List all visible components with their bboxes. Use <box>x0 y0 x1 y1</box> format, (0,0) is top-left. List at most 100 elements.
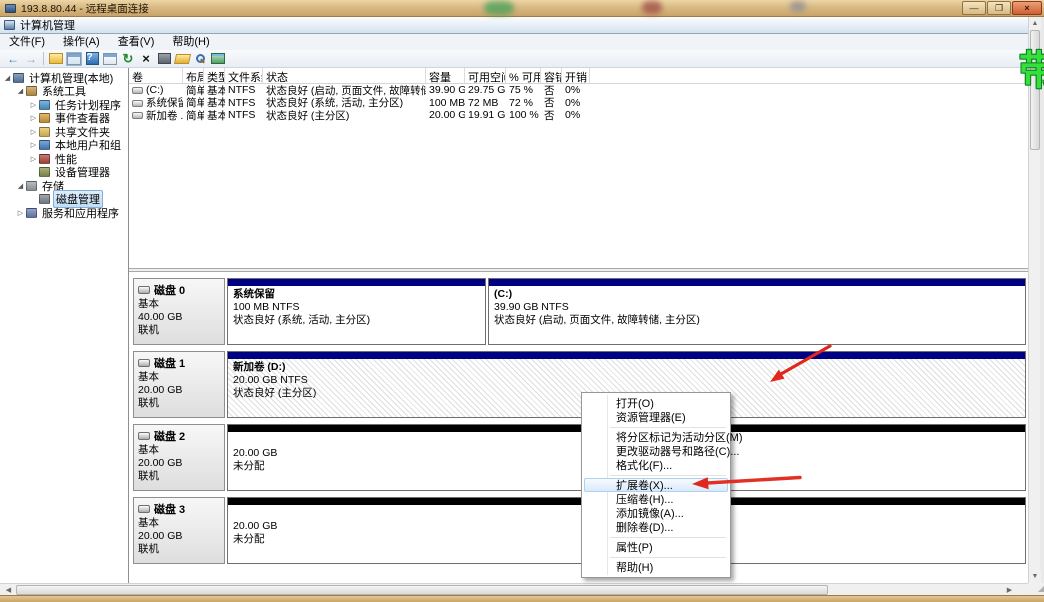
toolbar-console-tree-icon[interactable] <box>66 51 82 66</box>
context-menu-item-14[interactable]: 帮助(H) <box>584 560 728 574</box>
toolbar-remote-screen-icon[interactable] <box>210 51 226 66</box>
partition-color-bar <box>228 352 1025 359</box>
toolbar-properties-icon[interactable] <box>156 51 172 66</box>
system-tools-icon <box>26 86 37 96</box>
toolbar-export-list-icon[interactable] <box>102 51 118 66</box>
column-header-2[interactable]: 类型 <box>204 68 225 83</box>
tree-expander[interactable]: ▷ <box>28 141 39 149</box>
disk-label-1[interactable]: 磁盘 1基本20.00 GB联机 <box>133 351 225 418</box>
column-header-9[interactable]: 开销 <box>562 68 590 83</box>
toolbar-back-icon[interactable]: ← <box>5 51 21 66</box>
toolbar-refresh-icon[interactable]: ↻ <box>120 51 136 66</box>
partition-color-bar <box>489 279 1025 286</box>
menubar: 文件(F)操作(A)查看(V)帮助(H) <box>0 34 1028 50</box>
tree-expander[interactable]: ◢ <box>15 182 26 190</box>
resize-grip[interactable]: ◢ <box>1028 583 1044 595</box>
screen: 193.8.80.44 - 远程桌面连接 —❐× 计算机管理 文件(F)操作(A… <box>0 0 1044 602</box>
context-menu-item-3[interactable]: 将分区标记为活动分区(M) <box>584 430 728 444</box>
toolbar-open-folder-icon[interactable] <box>174 51 190 66</box>
delete-icon: × <box>142 52 150 65</box>
menu-item-1[interactable]: 操作(A) <box>54 34 109 50</box>
tree-item-10[interactable]: ▷服务和应用程序 <box>0 206 128 220</box>
disk-label-0[interactable]: 磁盘 0基本40.00 GB联机 <box>133 278 225 345</box>
task-scheduler-icon <box>39 100 50 110</box>
tree-expander[interactable]: ▷ <box>28 101 39 109</box>
disk-size: 20.00 GB <box>138 530 220 543</box>
disk-icon <box>138 286 150 294</box>
table-row[interactable]: 新加卷 ...简单基本NTFS状态良好 (主分区)20.00 GB19.91 G… <box>129 109 1028 122</box>
scroll-down-button[interactable]: ▼ <box>1029 570 1041 583</box>
cell: 72 % <box>506 97 541 109</box>
tree-expander[interactable]: ◢ <box>15 87 26 95</box>
scroll-up-button[interactable]: ▲ <box>1029 17 1041 30</box>
context-menu-item-12[interactable]: 属性(P) <box>584 540 728 554</box>
window-titlebar[interactable]: 计算机管理 <box>0 17 1028 34</box>
tree-expander[interactable]: ▷ <box>28 114 39 122</box>
context-menu-item-5[interactable]: 格式化(F)... <box>584 458 728 472</box>
toolbar-separator <box>43 52 44 65</box>
menu-item-0[interactable]: 文件(F) <box>0 34 54 50</box>
tree-expander[interactable]: ◢ <box>2 74 13 82</box>
tree-expander[interactable]: ▷ <box>15 209 26 217</box>
toolbar-find-icon[interactable] <box>192 51 208 66</box>
toolbar-up-level-icon[interactable] <box>48 51 64 66</box>
cell: 基本 <box>204 108 225 123</box>
cell: 否 <box>541 108 562 123</box>
cell: 100 % <box>506 109 541 121</box>
disk-status: 联机 <box>138 397 220 410</box>
partition-0-0[interactable]: 系统保留100 MB NTFS状态良好 (系统, 活动, 主分区) <box>227 278 486 345</box>
export-list-icon <box>103 53 117 65</box>
horizontal-scroll-thumb[interactable] <box>16 585 828 595</box>
disk-icon <box>138 359 150 367</box>
horizontal-scrollbar[interactable]: ◀ ▶ <box>0 583 1028 595</box>
partition-size: 100 MB NTFS <box>233 301 480 314</box>
vertical-scrollbar[interactable]: ▲ ▼ <box>1028 17 1040 583</box>
device-manager-icon <box>39 167 50 177</box>
column-header-5[interactable]: 容量 <box>426 68 465 83</box>
column-header-6[interactable]: 可用空间 <box>465 68 506 83</box>
column-header-3[interactable]: 文件系统 <box>225 68 263 83</box>
menu-separator <box>610 557 726 558</box>
context-menu-item-7[interactable]: 扩展卷(X)... <box>584 478 728 492</box>
context-menu-item-9[interactable]: 添加镜像(A)... <box>584 506 728 520</box>
cell: 75 % <box>506 84 541 96</box>
column-header-4[interactable]: 状态 <box>263 68 426 83</box>
tree-expander[interactable]: ▷ <box>28 128 39 136</box>
rdp-close-button[interactable]: × <box>1012 1 1042 15</box>
context-menu-item-8[interactable]: 压缩卷(H)... <box>584 492 728 506</box>
toolbar-forward-icon[interactable]: → <box>23 51 39 66</box>
partition-size: 20.00 GB NTFS <box>233 374 1020 387</box>
disk-name: 磁盘 0 <box>138 282 220 298</box>
column-header-7[interactable]: % 可用 <box>506 68 541 83</box>
context-menu: 打开(O)资源管理器(E) 将分区标记为活动分区(M)更改驱动器号和路径(C)..… <box>581 392 731 578</box>
disk-graphical-view: 磁盘 0基本40.00 GB联机系统保留100 MB NTFS状态良好 (系统,… <box>129 272 1028 583</box>
rdp-restore-button[interactable]: ❐ <box>987 1 1011 15</box>
forward-icon: → <box>25 53 37 65</box>
menu-item-3[interactable]: 帮助(H) <box>163 34 218 50</box>
menu-item-2[interactable]: 查看(V) <box>109 34 164 50</box>
toolbar-delete-icon[interactable]: × <box>138 51 154 66</box>
up-level-icon <box>49 53 63 64</box>
cell: 简单 <box>183 108 204 123</box>
toolbar-help-icon[interactable]: ? <box>84 51 100 66</box>
help-icon: ? <box>86 52 99 65</box>
partition-body: 系统保留100 MB NTFS状态良好 (系统, 活动, 主分区) <box>228 286 485 344</box>
cell: NTFS <box>225 97 263 109</box>
disk-label-2[interactable]: 磁盘 2基本20.00 GB联机 <box>133 424 225 491</box>
details-pane: 卷布局类型文件系统状态容量可用空间% 可用容错开销 (C:)简单基本NTFS状态… <box>129 68 1028 583</box>
partition-0-1[interactable]: (C:)39.90 GB NTFS状态良好 (启动, 页面文件, 故障转储, 主… <box>488 278 1026 345</box>
context-menu-item-1[interactable]: 资源管理器(E) <box>584 410 728 424</box>
column-header-1[interactable]: 布局 <box>183 68 204 83</box>
local-users-icon <box>39 140 50 150</box>
rdp-icon <box>5 4 16 13</box>
disk-size: 40.00 GB <box>138 311 220 324</box>
context-menu-item-4[interactable]: 更改驱动器号和路径(C)... <box>584 444 728 458</box>
rdp-minimize-button[interactable]: — <box>962 1 986 15</box>
context-menu-item-10[interactable]: 删除卷(D)... <box>584 520 728 534</box>
open-folder-icon <box>173 54 190 64</box>
column-header-8[interactable]: 容错 <box>541 68 562 83</box>
context-menu-item-0[interactable]: 打开(O) <box>584 396 728 410</box>
disk-label-3[interactable]: 磁盘 3基本20.00 GB联机 <box>133 497 225 564</box>
column-header-0[interactable]: 卷 <box>129 68 183 83</box>
tree-expander[interactable]: ▷ <box>28 155 39 163</box>
